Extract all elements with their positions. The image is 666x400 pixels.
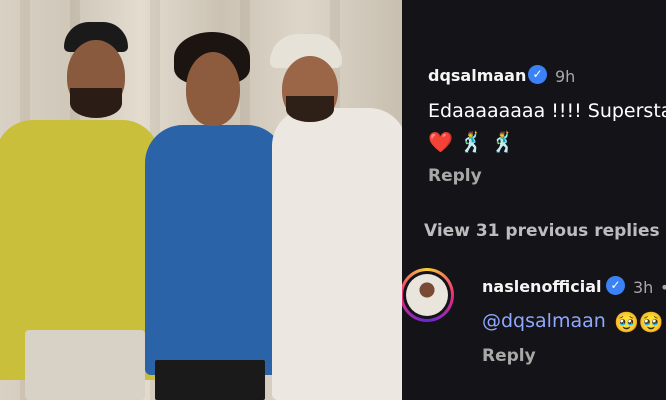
- comments-panel: dqsalmaan ✓ 9h Edaaaaaaaa !!!! Supersta …: [402, 0, 666, 400]
- more-dot[interactable]: •: [660, 278, 666, 297]
- comment-emojis: ❤️ 🕺 🕺: [428, 130, 516, 154]
- blue-shirt: [145, 125, 285, 375]
- beard: [70, 88, 122, 118]
- reply-button[interactable]: Reply: [428, 166, 482, 186]
- verified-badge-icon: ✓: [528, 65, 547, 84]
- reply-button[interactable]: Reply: [482, 346, 536, 366]
- dark-pants: [155, 360, 265, 400]
- face: [186, 52, 240, 126]
- reply-time: 3h: [633, 278, 654, 297]
- comment-username[interactable]: dqsalmaan: [428, 66, 526, 85]
- avatar[interactable]: [402, 268, 454, 322]
- verified-badge-icon: ✓: [606, 276, 625, 295]
- comment-text: Edaaaaaaaa !!!! Supersta: [428, 100, 666, 122]
- beard: [286, 96, 334, 122]
- white-shirt: [272, 108, 402, 400]
- mention-link[interactable]: @dqsalmaan: [482, 310, 606, 332]
- post-photo[interactable]: [0, 0, 402, 400]
- reply-username[interactable]: naslenofficial: [482, 277, 602, 296]
- avatar-photo: [406, 274, 448, 316]
- reply-emojis: 🥹🥹: [614, 310, 664, 334]
- screenshot-root: dqsalmaan ✓ 9h Edaaaaaaaa !!!! Supersta …: [0, 0, 666, 400]
- avatar-inner: [403, 271, 451, 319]
- comment-time: 9h: [555, 67, 576, 86]
- light-pants: [25, 330, 145, 400]
- view-previous-replies-button[interactable]: View 31 previous replies: [424, 221, 660, 241]
